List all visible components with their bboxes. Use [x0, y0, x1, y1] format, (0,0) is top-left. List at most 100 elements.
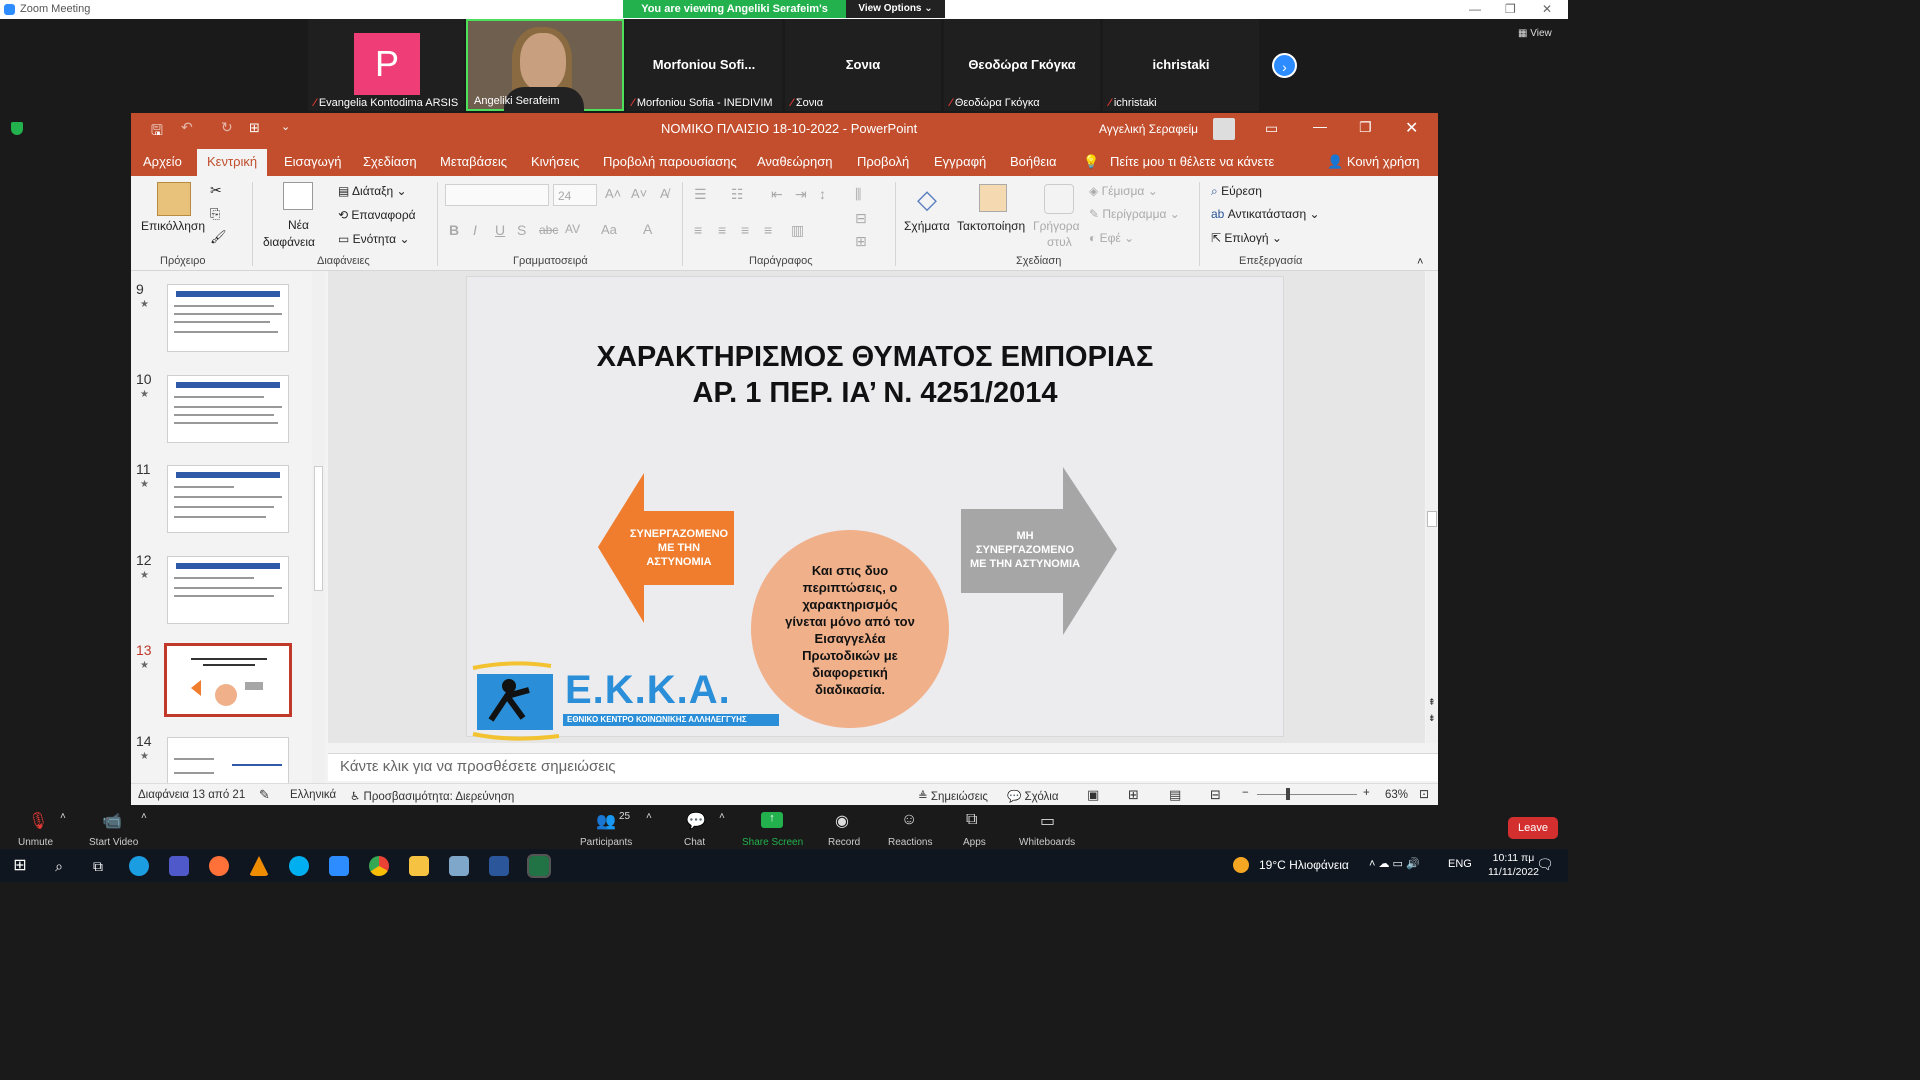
strikethrough-icon[interactable]: abc	[539, 223, 558, 237]
minimize-icon[interactable]: —	[1313, 118, 1327, 134]
start-video-button[interactable]: Start Video	[89, 837, 138, 848]
text-direction-icon[interactable]: ⫼	[855, 186, 861, 203]
smartart-icon[interactable]: ⊞	[855, 233, 867, 250]
redo-icon[interactable]: ↻	[221, 119, 233, 136]
chat-icon[interactable]: 💬	[686, 811, 706, 831]
excel-icon[interactable]	[527, 854, 551, 878]
notes-toggle[interactable]: ≜ Σημειώσεις	[918, 789, 988, 803]
new-slide-label-1[interactable]: Νέα	[288, 218, 309, 232]
fit-to-window-icon[interactable]: ⊡	[1419, 787, 1429, 801]
decrease-indent-icon[interactable]: ⇤	[771, 186, 783, 203]
notes-pane[interactable]: Κάντε κλικ για να προσθέσετε σημειώσεις	[328, 753, 1438, 781]
clock[interactable]: 10:11 πμ 11/11/2022	[1488, 851, 1539, 879]
edge-icon[interactable]	[129, 856, 149, 876]
weather-text[interactable]: 19°C Ηλιοφάνεια	[1259, 858, 1349, 872]
clear-format-icon[interactable]: A̸	[660, 186, 669, 201]
align-right-icon[interactable]: ≡	[741, 222, 749, 238]
share-screen-button[interactable]: Share Screen	[742, 837, 803, 848]
accessibility-status[interactable]: ♿ Προσβασιμότητα: Διερεύνηση	[350, 789, 514, 803]
tab-animations[interactable]: Κινήσεις	[531, 154, 579, 169]
record-button[interactable]: Record	[828, 837, 860, 848]
zoom-slider[interactable]	[1257, 794, 1357, 795]
increase-indent-icon[interactable]: ⇥	[795, 186, 807, 203]
slide-canvas[interactable]: ΧΑΡΑΚΤΗΡΙΣΜΟΣ ΘΥΜΑΤΟΣ ΕΜΠΟΡΙΑΣ ΑΡ. 1 ΠΕΡ…	[466, 276, 1284, 741]
tab-review[interactable]: Αναθεώρηση	[757, 154, 833, 169]
participants-options-icon[interactable]: ˄	[646, 811, 652, 822]
zoom-slider-thumb[interactable]	[1286, 788, 1290, 800]
arrange-icon[interactable]	[979, 184, 1007, 212]
restore-icon[interactable]: ❐	[1505, 2, 1516, 16]
bold-icon[interactable]: B	[449, 222, 459, 238]
undo-icon[interactable]: ↶	[181, 119, 193, 136]
replace-button[interactable]: ab Αντικατάσταση ⌄	[1211, 207, 1320, 221]
vlc-icon[interactable]	[249, 856, 269, 876]
whiteboards-button[interactable]: Whiteboards	[1019, 837, 1075, 848]
reset-button[interactable]: ⟲ Επαναφορά	[338, 208, 416, 222]
leave-button[interactable]: Leave	[1508, 817, 1558, 839]
quick-styles-label-2[interactable]: στυλ	[1047, 235, 1072, 249]
next-page-icon[interactable]: ›	[1272, 53, 1297, 78]
change-case-icon[interactable]: Aa	[601, 222, 617, 237]
share-button[interactable]: 👤 Κοινή χρήση	[1327, 154, 1420, 170]
participant-tile[interactable]: Θεοδώρα Γκόγκα ⁄ Θεοδώρα Γκόγκα	[944, 19, 1100, 111]
normal-view-icon[interactable]: ▣	[1087, 787, 1099, 803]
close-icon[interactable]: ✕	[1405, 118, 1418, 138]
whiteboard-icon[interactable]: ▭	[1040, 811, 1055, 831]
unmute-button[interactable]: Unmute	[18, 837, 53, 848]
quick-styles-icon[interactable]	[1044, 184, 1074, 214]
collapse-ribbon-icon[interactable]: ˄	[1417, 256, 1423, 268]
restore-icon[interactable]: ❐	[1359, 119, 1372, 136]
shape-outline-button[interactable]: ✎ Περίγραμμα ⌄	[1089, 207, 1180, 221]
shape-fill-button[interactable]: ◈ Γέμισμα ⌄	[1089, 184, 1158, 198]
close-icon[interactable]: ✕	[1542, 2, 1552, 16]
thumbnails-scrollbar[interactable]	[312, 271, 325, 783]
participants-icon[interactable]: 👥	[596, 811, 616, 831]
select-button[interactable]: ⇱ Επιλογή ⌄	[1211, 231, 1282, 245]
slide-thumbnail[interactable]	[167, 375, 289, 443]
skype-icon[interactable]	[289, 856, 309, 876]
share-screen-icon[interactable]: ↑	[761, 812, 783, 828]
start-slideshow-icon[interactable]: ⊞	[249, 120, 260, 136]
comments-toggle[interactable]: 💬 Σχόλια	[1007, 789, 1058, 803]
security-shield-icon[interactable]	[11, 122, 23, 135]
zoom-out-icon[interactable]: −	[1242, 787, 1249, 799]
layout-button[interactable]: ▤ Διάταξη ⌄	[338, 184, 407, 198]
next-slide-icon[interactable]: ⇟	[1428, 713, 1436, 724]
new-slide-icon[interactable]	[283, 182, 313, 210]
font-size-input[interactable]: 24	[553, 184, 597, 206]
spellcheck-icon[interactable]: ✎	[259, 787, 270, 803]
line-spacing-icon[interactable]: ↕	[819, 186, 826, 202]
tab-help[interactable]: Βοήθεια	[1010, 154, 1057, 169]
columns-icon[interactable]: ▥	[791, 222, 804, 239]
slide-thumbnail[interactable]	[167, 556, 289, 624]
task-view-icon[interactable]: ⧉	[88, 856, 108, 876]
tab-view[interactable]: Προβολή	[857, 154, 909, 169]
view-options-button[interactable]: View Options ⌄	[846, 0, 945, 18]
muted-mic-icon[interactable]: 🎙	[28, 811, 48, 831]
paste-button[interactable]: Επικόλληση	[141, 219, 205, 233]
word-icon[interactable]	[489, 856, 509, 876]
arrange-button[interactable]: Τακτοποίηση	[957, 219, 1025, 233]
teams-icon[interactable]	[169, 856, 189, 876]
tab-slideshow[interactable]: Προβολή παρουσίασης	[603, 154, 737, 169]
font-family-input[interactable]	[445, 184, 549, 206]
paste-icon[interactable]	[157, 182, 191, 216]
minimize-icon[interactable]: —	[1469, 2, 1481, 16]
zoom-level[interactable]: 63%	[1385, 789, 1408, 801]
apps-icon[interactable]: ⧉	[966, 811, 977, 829]
align-left-icon[interactable]: ≡	[694, 222, 702, 238]
file-explorer-icon[interactable]	[409, 856, 429, 876]
char-spacing-icon[interactable]: AV	[565, 222, 580, 236]
language-status[interactable]: Ελληνικά	[290, 789, 336, 801]
reactions-icon[interactable]: ☺	[901, 811, 917, 829]
new-slide-label-2[interactable]: διαφάνεια	[263, 235, 315, 249]
calculator-icon[interactable]	[449, 856, 469, 876]
tab-home[interactable]: Κεντρική	[197, 149, 268, 176]
chrome-icon[interactable]	[369, 856, 389, 876]
participant-tile[interactable]: Σονια ⁄ Σονια	[785, 19, 941, 111]
customize-toolbar-icon[interactable]: ⌄	[281, 120, 290, 133]
tell-me-search[interactable]: Πείτε μου τι θέλετε να κάνετε	[1110, 154, 1274, 169]
underline-icon[interactable]: U	[495, 222, 505, 238]
user-name[interactable]: Αγγελική Σεραφείμ	[1099, 122, 1198, 136]
align-center-icon[interactable]: ≡	[718, 222, 726, 238]
